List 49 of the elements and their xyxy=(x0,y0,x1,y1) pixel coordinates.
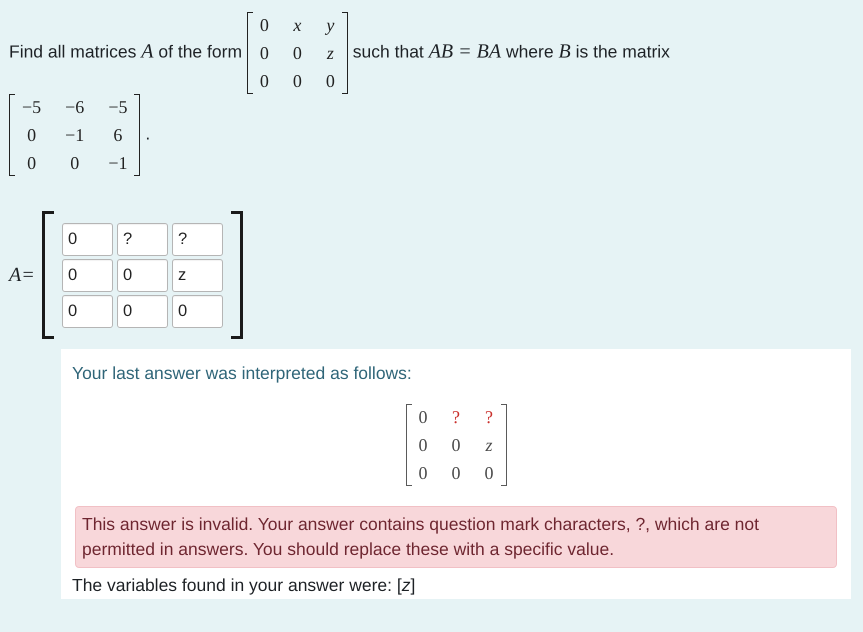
matrix-input[interactable]: 0 xyxy=(62,259,113,292)
math-expression: AB = BA xyxy=(428,40,502,63)
matrix-entry: x xyxy=(292,14,302,37)
matrix-entry: ? xyxy=(452,406,460,429)
matrix-entry: z xyxy=(326,42,335,65)
matrix-input[interactable]: 0 xyxy=(62,223,113,256)
matrix-entry: z xyxy=(484,434,494,457)
matrix-entry: 0 xyxy=(418,434,428,457)
math-expression: B xyxy=(558,40,571,63)
matrix-entry: ? xyxy=(484,406,494,429)
variables-text: The variables found in your answer were: [z] xyxy=(72,574,416,597)
question-text: such that xyxy=(352,42,424,62)
question-text: . xyxy=(145,124,150,144)
question-text: is the matrix xyxy=(576,42,670,62)
matrix-entry: 0 xyxy=(292,42,302,65)
matrix-entry: 0 xyxy=(326,70,335,93)
matrix-entry: y xyxy=(326,14,335,37)
matrix-input[interactable]: 0 xyxy=(117,295,168,328)
matrix-entry: −1 xyxy=(65,124,84,147)
matrix-entry: 0 xyxy=(26,124,38,147)
matrix-entry: 0 xyxy=(260,42,269,65)
matrix-input[interactable]: ? xyxy=(172,223,223,256)
question-text: Find all matrices xyxy=(9,42,136,62)
question-text: of the form xyxy=(158,42,242,62)
matrix-entry: −5 xyxy=(108,96,128,119)
matrix-input[interactable]: 0 xyxy=(62,295,113,328)
matrix-entry: 0 xyxy=(260,70,269,93)
feedback-heading: Your last answer was interpreted as follows: xyxy=(72,362,413,385)
matrix-input[interactable]: 0 xyxy=(117,259,168,292)
matrix-entry: 0 xyxy=(260,14,269,37)
matrix-input[interactable]: ? xyxy=(117,223,168,256)
answer-label: A= xyxy=(9,263,36,288)
matrix-entry: 0 xyxy=(292,70,302,93)
matrix-entry: 0 xyxy=(452,434,460,457)
matrix-entry: 0 xyxy=(69,152,80,175)
matrix-entry: 0 xyxy=(418,406,428,429)
matrix-entry: 6 xyxy=(112,124,124,147)
matrix-entry: 0 xyxy=(484,462,494,485)
matrix-entry: 0 xyxy=(452,462,460,485)
error-alert: This answer is invalid. Your answer contains question mark characters, ?, which are not permitted in answers. You should replace these with a specific value. xyxy=(75,506,837,568)
matrix-entry: 0 xyxy=(26,152,38,175)
math-expression: A xyxy=(141,40,154,63)
question-text: where xyxy=(506,42,554,62)
matrix-input[interactable]: z xyxy=(172,259,223,292)
matrix-entry: −6 xyxy=(65,96,84,119)
matrix-entry: −1 xyxy=(108,152,128,175)
matrix-entry: 0 xyxy=(418,462,428,485)
matrix-input[interactable]: 0 xyxy=(172,295,223,328)
matrix-entry: −5 xyxy=(22,96,42,119)
